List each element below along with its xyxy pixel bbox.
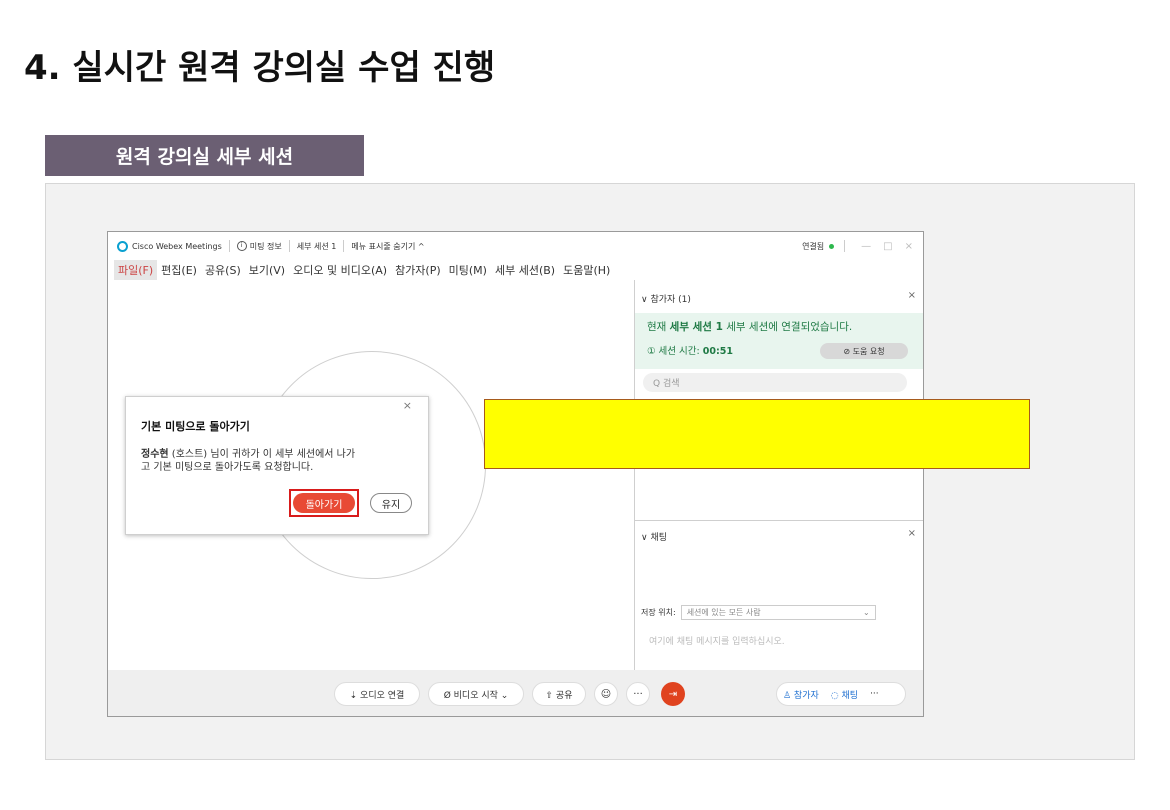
session-time-label: ① 세션 시간: xyxy=(647,346,703,357)
ask-help-button[interactable]: ⊘ 도움 요청 xyxy=(820,343,908,359)
chat-input[interactable]: 여기에 채팅 메시지를 입력하십시오. xyxy=(649,634,785,647)
session-time-value: 00:51 xyxy=(702,346,733,357)
menu-share[interactable]: 공유(S) xyxy=(201,260,245,280)
send-to-value: 세션에 있는 모든 사람 xyxy=(686,608,761,617)
divider xyxy=(288,240,290,252)
send-to-row: 저장 위치: 세션에 있는 모든 사람 ⌄ xyxy=(641,605,876,620)
chat-close-icon[interactable]: × xyxy=(908,528,916,539)
section-tab: 원격 강의실 세부 세션 xyxy=(45,135,364,176)
menu-bar: 파일(F) 편집(E) 공유(S) 보기(V) 오디오 및 비디오(A) 참가자… xyxy=(108,260,923,280)
panel-toggle-group: ♙ 참가자 ◌ 채팅 ··· xyxy=(776,682,906,706)
maximize-button[interactable]: □ xyxy=(883,241,892,252)
divider xyxy=(343,240,345,252)
return-button[interactable]: 돌아가기 xyxy=(293,493,355,513)
send-to-select[interactable]: 세션에 있는 모든 사람 ⌄ xyxy=(680,605,876,620)
minimize-button[interactable]: — xyxy=(861,241,871,252)
stay-button[interactable]: 유지 xyxy=(370,493,412,513)
host-name: 정수현 xyxy=(141,449,169,460)
panel-more-icon[interactable]: ··· xyxy=(864,689,885,699)
connected-session: 세부 세션 1 xyxy=(669,321,723,333)
reaction-icon[interactable]: ☺ xyxy=(594,682,618,706)
info-icon: i xyxy=(236,241,247,251)
session-time: ① 세션 시간: 00:51 xyxy=(647,343,733,357)
side-panel: ∨ 참가자 (1) × 현재 세부 세션 1 세부 세션에 연결되었습니다. ①… xyxy=(634,280,923,670)
menu-edit[interactable]: 편집(E) xyxy=(157,260,201,280)
chat-panel-button[interactable]: ◌ 채팅 xyxy=(825,688,864,701)
title-bar: Cisco Webex Meetings i 미팅 정보 세부 세션 1 메뉴 표… xyxy=(108,232,923,260)
participants-header[interactable]: ∨ 참가자 (1) xyxy=(641,292,691,305)
participants-panel-button[interactable]: ♙ 참가자 xyxy=(777,688,825,701)
dialog-message-line1: (호스트) 님이 귀하가 이 세부 세션에서 나가 xyxy=(168,449,356,460)
app-name: Cisco Webex Meetings xyxy=(132,241,222,251)
meeting-info-label: 미팅 정보 xyxy=(249,241,282,251)
divider xyxy=(844,240,846,252)
connection-status: 연결됨 xyxy=(802,241,825,251)
webex-logo-icon xyxy=(117,240,128,252)
menu-meeting[interactable]: 미팅(M) xyxy=(445,260,491,280)
menu-file[interactable]: 파일(F) xyxy=(114,260,158,280)
webex-window: Cisco Webex Meetings i 미팅 정보 세부 세션 1 메뉴 표… xyxy=(107,231,924,717)
page-title: 4. 실시간 원격 강의실 수업 진행 xyxy=(24,48,496,88)
start-video-button[interactable]: Ø 비디오 시작 ⌄ xyxy=(428,682,524,706)
chevron-down-icon: ⌄ xyxy=(862,608,870,617)
annotation-callout xyxy=(484,399,1030,469)
menu-help[interactable]: 도움말(H) xyxy=(559,260,614,280)
leave-session-icon[interactable]: ⇥ xyxy=(661,682,685,706)
session-status-area: 현재 세부 세션 1 세부 세션에 연결되었습니다. ① 세션 시간: 00:5… xyxy=(635,313,923,369)
connected-suffix: 세부 세션에 연결되었습니다. xyxy=(722,321,853,333)
menu-view[interactable]: 보기(V) xyxy=(245,260,289,280)
close-button[interactable]: × xyxy=(905,241,913,252)
participant-search-input[interactable]: Q 검색 xyxy=(643,373,907,392)
participants-close-icon[interactable]: × xyxy=(908,290,916,301)
share-button[interactable]: ⇧ 공유 xyxy=(532,682,586,706)
dialog-title: 기본 미팅으로 돌아가기 xyxy=(141,420,250,433)
send-to-label: 저장 위치: xyxy=(641,608,676,617)
chat-header[interactable]: ∨ 채팅 xyxy=(641,530,667,543)
audio-connect-button[interactable]: ⇣ 오디오 연결 xyxy=(334,682,420,706)
menu-participants[interactable]: 참가자(P) xyxy=(391,260,445,280)
meeting-info-button[interactable]: i 미팅 정보 xyxy=(236,241,282,252)
divider xyxy=(228,240,230,252)
connected-prefix: 현재 xyxy=(647,321,670,333)
control-bar: ⇣ 오디오 연결 Ø 비디오 시작 ⌄ ⇧ 공유 ☺ ··· ⇥ ♙ 참가자 ◌… xyxy=(108,670,923,716)
video-stage: × 기본 미팅으로 돌아가기 정수현 (호스트) 님이 귀하가 이 세부 세션에… xyxy=(108,280,634,670)
dialog-close-icon[interactable]: × xyxy=(403,399,412,412)
session-name: 세부 세션 1 xyxy=(296,241,337,251)
connected-dot-icon xyxy=(829,243,835,249)
menu-audio-video[interactable]: 오디오 및 비디오(A) xyxy=(289,260,391,280)
more-options-icon[interactable]: ··· xyxy=(626,682,650,706)
window-controls: 연결됨 — □ × xyxy=(802,232,913,260)
dialog-message-line2: 고 기본 미팅으로 돌아가도록 요청합니다. xyxy=(141,462,314,473)
dialog-message: 정수현 (호스트) 님이 귀하가 이 세부 세션에서 나가고 기본 미팅으로 돌… xyxy=(141,448,413,474)
hide-menu-button[interactable]: 메뉴 표시줄 숨기기 ^ xyxy=(351,241,424,252)
connected-message: 현재 세부 세션 1 세부 세션에 연결되었습니다. xyxy=(647,319,852,334)
panel-divider xyxy=(635,520,923,521)
return-dialog: × 기본 미팅으로 돌아가기 정수현 (호스트) 님이 귀하가 이 세부 세션에… xyxy=(125,396,429,535)
menu-breakout[interactable]: 세부 세션(B) xyxy=(491,260,559,280)
